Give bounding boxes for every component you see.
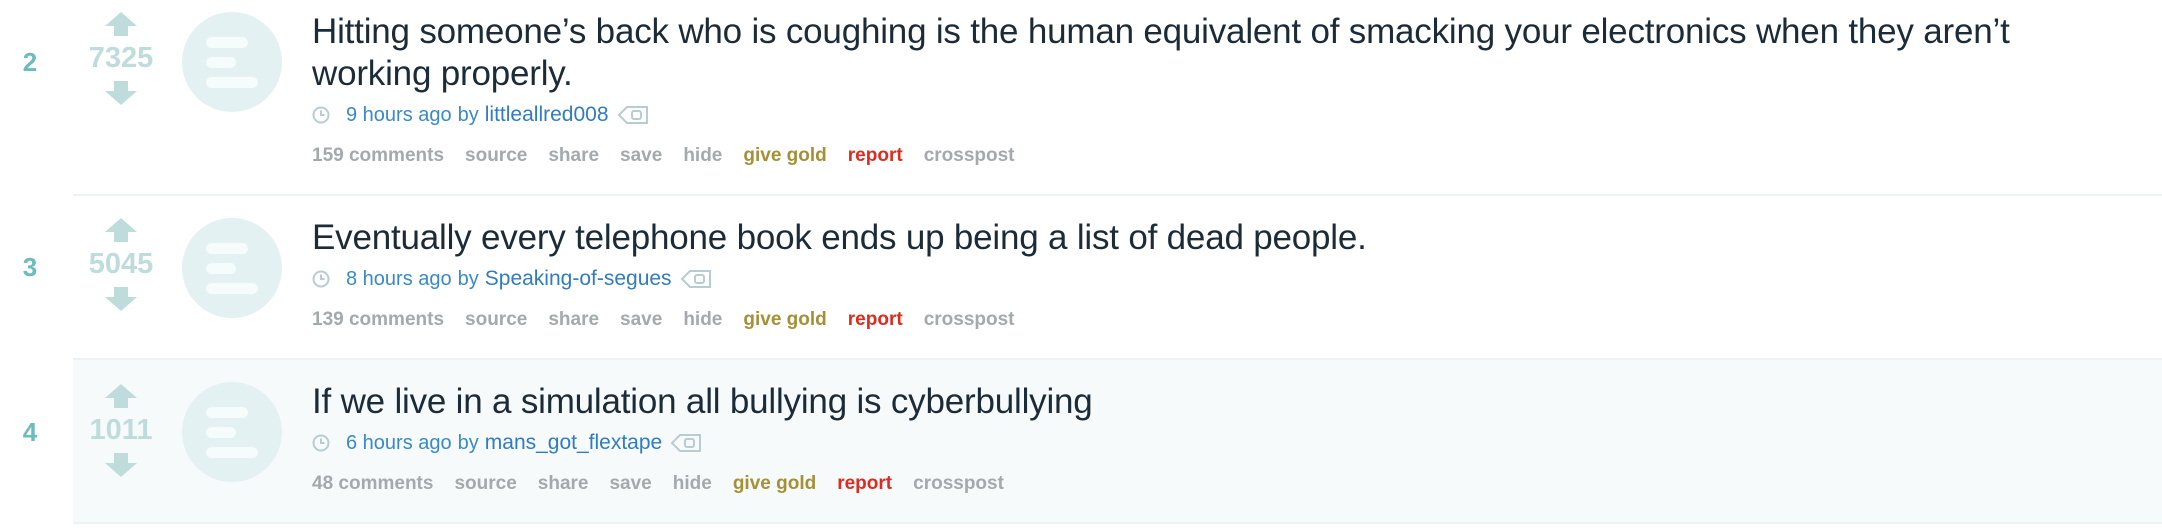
post-author-link[interactable]: mans_got_flextape xyxy=(485,431,662,455)
post-content: Eventually every telephone book ends up … xyxy=(312,217,2122,331)
post-time: 9 hours ago xyxy=(346,103,452,126)
crosspost-link[interactable]: crosspost xyxy=(924,309,1015,331)
save-link[interactable]: save xyxy=(620,145,662,167)
downvote-arrow-icon[interactable] xyxy=(105,287,137,311)
vote-column: 7325 xyxy=(80,12,162,105)
post-title[interactable]: Hitting someone’s back who is coughing i… xyxy=(312,11,2122,95)
post-title[interactable]: Eventually every telephone book ends up … xyxy=(312,217,2122,259)
post-actions: 139 comments source share save hide give… xyxy=(312,309,2122,331)
downvote-arrow-icon[interactable] xyxy=(105,81,137,105)
save-link[interactable]: save xyxy=(620,309,662,331)
downvote-arrow-icon[interactable] xyxy=(105,453,137,477)
post-item: 4 1011 If we live in a simulation all bu… xyxy=(0,360,2162,524)
comments-link[interactable]: 159 comments xyxy=(312,145,444,167)
post-content: Hitting someone’s back who is coughing i… xyxy=(312,11,2122,167)
post-score: 1011 xyxy=(89,414,153,446)
upvote-arrow-icon[interactable] xyxy=(105,218,137,242)
post-author-link[interactable]: littleallred008 xyxy=(485,103,609,127)
post-tagline: 9 hours ago by littleallred008 xyxy=(312,101,2122,129)
report-link[interactable]: report xyxy=(848,309,903,331)
report-link[interactable]: report xyxy=(837,473,892,495)
share-link[interactable]: share xyxy=(548,145,599,167)
post-item: 2 7325 Hitting someone’s back who is cou… xyxy=(0,0,2162,196)
post-time: 8 hours ago xyxy=(346,267,452,290)
by-label: by xyxy=(457,431,479,454)
by-label: by xyxy=(457,103,479,126)
post-score: 7325 xyxy=(88,42,154,74)
crosspost-link[interactable]: crosspost xyxy=(924,145,1015,167)
post-tagline: 8 hours ago by Speaking-of-segues xyxy=(312,265,2122,293)
vote-column: 5045 xyxy=(80,218,162,311)
hide-link[interactable]: hide xyxy=(683,145,722,167)
post-score: 5045 xyxy=(88,248,154,280)
post-actions: 159 comments source share save hide give… xyxy=(312,145,2122,167)
source-link[interactable]: source xyxy=(454,473,516,495)
comments-link[interactable]: 48 comments xyxy=(312,473,433,495)
self-post-thumbnail-icon[interactable] xyxy=(182,12,282,112)
report-link[interactable]: report xyxy=(848,145,903,167)
comments-link[interactable]: 139 comments xyxy=(312,309,444,331)
crosspost-link[interactable]: crosspost xyxy=(913,473,1004,495)
post-time: 6 hours ago xyxy=(346,431,452,454)
share-link[interactable]: share xyxy=(538,473,589,495)
post-actions: 48 comments source share save hide give … xyxy=(312,473,2122,495)
give-gold-link[interactable]: give gold xyxy=(743,145,826,167)
user-flair-tag-icon[interactable] xyxy=(680,269,712,289)
save-link[interactable]: save xyxy=(609,473,651,495)
share-link[interactable]: share xyxy=(548,309,599,331)
upvote-arrow-icon[interactable] xyxy=(105,384,137,408)
user-flair-tag-icon[interactable] xyxy=(670,433,702,453)
self-post-thumbnail-icon[interactable] xyxy=(182,382,282,482)
by-label: by xyxy=(457,267,479,290)
post-title[interactable]: If we live in a simulation all bullying … xyxy=(312,381,2122,423)
source-link[interactable]: source xyxy=(465,309,527,331)
post-content: If we live in a simulation all bullying … xyxy=(312,381,2122,495)
clock-icon xyxy=(312,434,330,452)
self-post-thumbnail-icon[interactable] xyxy=(182,218,282,318)
hide-link[interactable]: hide xyxy=(683,309,722,331)
source-link[interactable]: source xyxy=(465,145,527,167)
post-divider xyxy=(73,522,2162,524)
post-item: 3 5045 Eventually every telephone book e… xyxy=(0,196,2162,360)
post-rank: 4 xyxy=(22,417,38,447)
give-gold-link[interactable]: give gold xyxy=(743,309,826,331)
vote-column: 1011 xyxy=(80,384,162,477)
hide-link[interactable]: hide xyxy=(673,473,712,495)
post-rank: 2 xyxy=(22,47,38,77)
clock-icon xyxy=(312,106,330,124)
user-flair-tag-icon[interactable] xyxy=(617,105,649,125)
post-tagline: 6 hours ago by mans_got_flextape xyxy=(312,429,2122,457)
post-author-link[interactable]: Speaking-of-segues xyxy=(485,267,672,291)
clock-icon xyxy=(312,270,330,288)
upvote-arrow-icon[interactable] xyxy=(105,12,137,36)
give-gold-link[interactable]: give gold xyxy=(733,473,816,495)
post-rank: 3 xyxy=(22,252,38,282)
